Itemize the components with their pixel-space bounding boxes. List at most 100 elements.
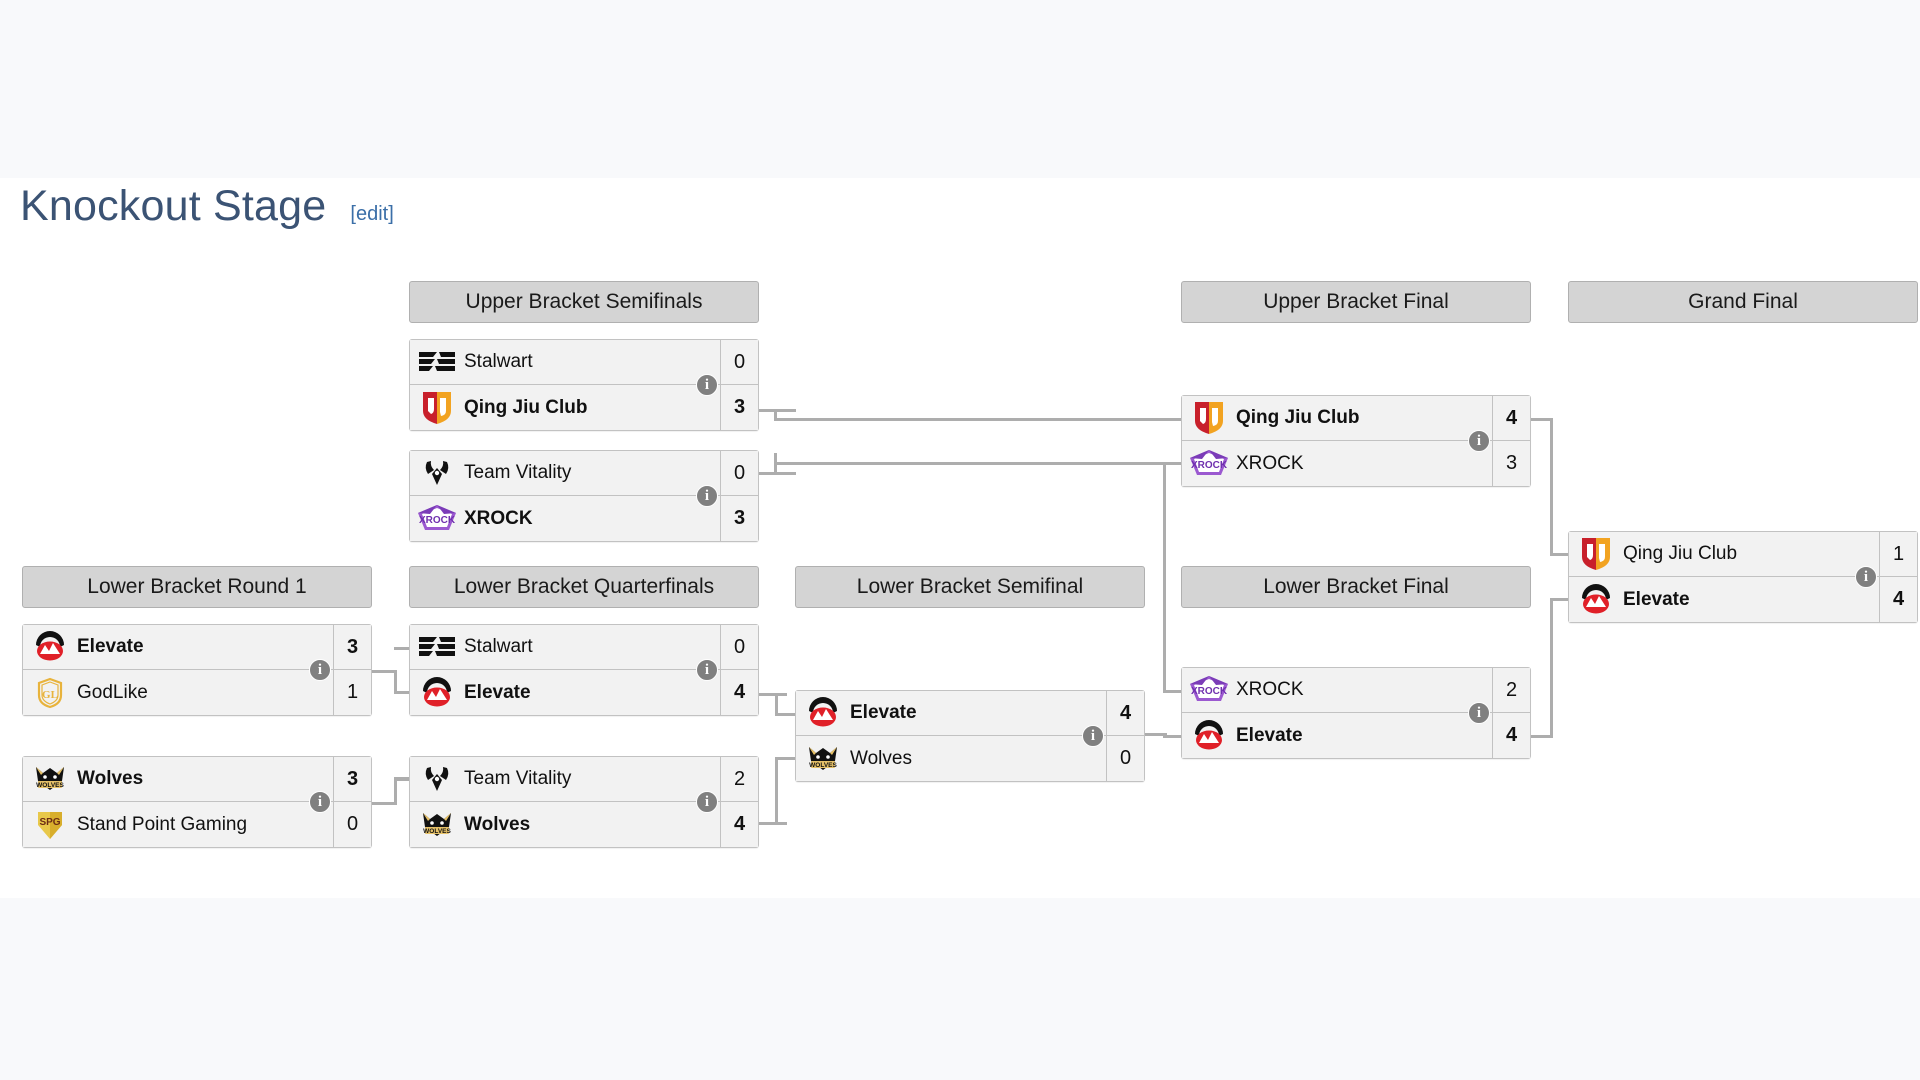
round-header-grand-final: Grand Final [1568,281,1918,323]
svg-text:XROCK: XROCK [1191,460,1228,471]
team-name: Wolves [464,813,531,835]
team-name: Wolves [850,747,912,769]
match-info-icon[interactable]: i [696,485,718,507]
stand-point-gaming-logo: SPG [29,808,71,842]
team-name: Qing Jiu Club [1236,407,1360,428]
round-header-label: Lower Bracket Round 1 [87,575,307,598]
round-header-label: Lower Bracket Quarterfinals [453,575,715,598]
team-name: Elevate [850,702,917,723]
edit-link[interactable]: [edit] [350,203,393,226]
match-lower-bracket-quarterfinal-2[interactable]: Team Vitality 2 WOLVES Wolves 4 i [409,756,759,848]
match-info-icon[interactable]: i [1468,430,1490,452]
team-score: 4 [1492,713,1530,758]
connector-line [775,757,778,824]
match-upper-bracket-semifinal-1[interactable]: Stalwart 0 Qing Jiu Club 3 i [409,339,759,431]
team-score: 0 [1106,736,1144,781]
team-name: XROCK [1236,679,1304,700]
svg-text:WOLVES: WOLVES [809,762,837,769]
connector-line [759,409,796,412]
connector-line [759,693,787,696]
match-info-icon[interactable]: i [309,659,331,681]
match-lower-bracket-semifinal[interactable]: Elevate 4 WOLVES Wolves 0 i [795,690,1145,782]
round-header-label: Lower Bracket Semifinal [856,575,1084,598]
team-score: 3 [720,496,758,541]
round-header-label: Grand Final [1688,290,1798,313]
match-lower-bracket-round-1-match-1[interactable]: Elevate 3 GL GodLike 1 i [22,624,372,716]
team-score: 4 [1106,691,1144,735]
team-score: 0 [333,802,371,847]
match-info-icon[interactable]: i [1468,702,1490,724]
team-name: Qing Jiu Club [464,396,588,418]
round-header-lower-bracket-quarterfinals: Lower Bracket Quarterfinals [409,566,759,608]
team-name: Wolves [77,768,144,789]
svg-text:XROCK: XROCK [419,515,456,526]
qing-jiu-club-logo [1188,401,1230,435]
team-name: Elevate [464,681,531,703]
team-score: 3 [720,385,758,430]
round-header-lower-bracket-final: Lower Bracket Final [1181,566,1531,608]
team-score: 0 [720,451,758,495]
svg-text:XROCK: XROCK [1191,686,1228,697]
round-header-lower-bracket-semifinal: Lower Bracket Semifinal [795,566,1145,608]
round-header-label: Upper Bracket Semifinals [465,290,703,313]
round-header-upper-bracket-semifinals: Upper Bracket Semifinals [409,281,759,323]
team-score: 4 [720,802,758,847]
match-grand-final[interactable]: Qing Jiu Club 1 Elevate 4 i [1568,531,1918,623]
team-vitality-logo [416,762,458,796]
wolves-logo: WOLVES [29,762,71,796]
match-info-icon[interactable]: i [1855,566,1877,588]
connector-line [774,462,1184,465]
connector-line [774,418,1184,421]
elevate-logo [29,630,71,664]
elevate-logo [1188,719,1230,753]
match-info-icon[interactable]: i [696,791,718,813]
team-vitality-logo [416,456,458,490]
xrock-logo: XROCK [1188,673,1230,707]
team-name: Qing Jiu Club [1623,543,1738,564]
connector-line [759,472,796,475]
team-score: 0 [720,625,758,669]
team-score: 2 [720,757,758,801]
connector-line [1163,462,1166,692]
team-name: Team Vitality [464,462,572,483]
page-header: Knockout Stage [edit] [20,185,394,228]
match-info-icon[interactable]: i [696,374,718,396]
svg-text:GL: GL [42,689,58,701]
page-title: Knockout Stage [20,182,327,230]
team-score: 4 [1492,396,1530,440]
elevate-logo [802,696,844,730]
match-upper-bracket-semifinal-2[interactable]: Team Vitality 0 XROCK XROCK 3 i [409,450,759,542]
match-info-icon[interactable]: i [1082,725,1104,747]
team-score: 1 [333,670,371,715]
round-header-label: Upper Bracket Final [1263,290,1449,313]
qing-jiu-club-logo [1575,537,1617,571]
team-score: 3 [333,757,371,801]
team-name: XROCK [464,507,533,529]
team-score: 3 [1492,441,1530,486]
stalwart-logo [416,345,458,379]
wolves-logo: WOLVES [416,808,458,842]
wolves-logo: WOLVES [802,742,844,776]
match-info-icon[interactable]: i [309,791,331,813]
svg-text:SPG: SPG [39,817,60,828]
team-name: GodLike [77,681,148,703]
team-name: Stand Point Gaming [77,813,248,835]
team-name: XROCK [1236,452,1304,474]
team-score: 0 [720,340,758,384]
match-upper-bracket-final[interactable]: Qing Jiu Club 4 XROCK XROCK 3 i [1181,395,1531,487]
team-score: 4 [1879,577,1917,622]
match-lower-bracket-round-1-match-2[interactable]: WOLVES Wolves 3 SPG Stand Point Gaming 0… [22,756,372,848]
elevate-logo [416,676,458,710]
match-lower-bracket-quarterfinal-1[interactable]: Stalwart 0 Elevate 4 i [409,624,759,716]
match-lower-bracket-final[interactable]: XROCK XROCK 2 Elevate 4 i [1181,667,1531,759]
team-score: 1 [1879,532,1917,576]
connector-line [1550,418,1553,555]
stalwart-logo [416,630,458,664]
match-info-icon[interactable]: i [696,659,718,681]
round-header-label: Lower Bracket Final [1263,575,1449,598]
team-score: 4 [720,670,758,715]
round-header-lower-bracket-round-1: Lower Bracket Round 1 [22,566,372,608]
team-score: 2 [1492,668,1530,712]
connector-line [775,693,778,715]
connector-line [394,777,397,804]
